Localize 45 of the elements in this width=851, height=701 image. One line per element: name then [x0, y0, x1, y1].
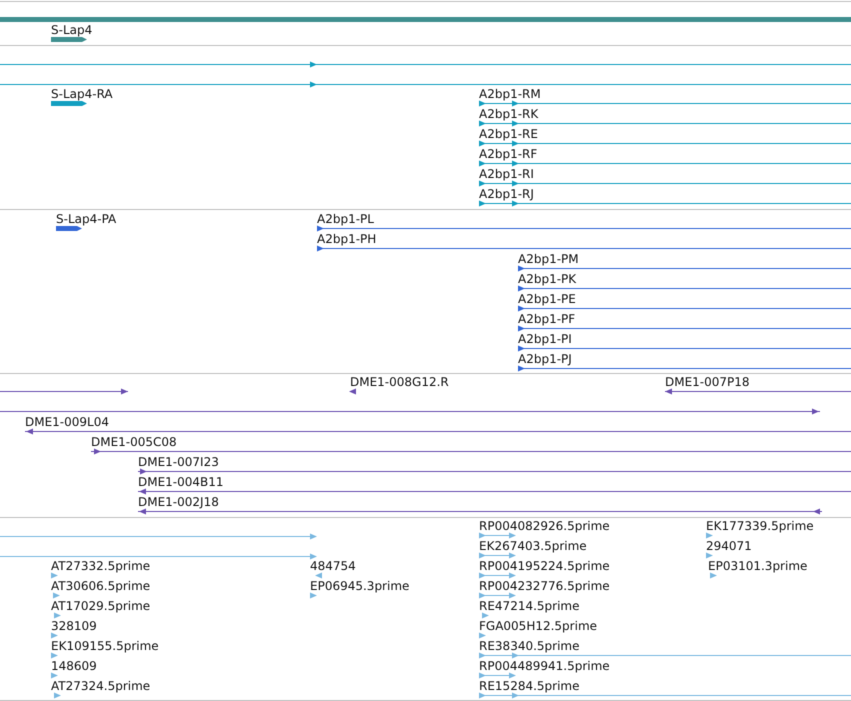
feature-label: RE15284.5prime — [479, 679, 580, 693]
feature-label: DME1-004B11 — [138, 475, 224, 489]
feature-label: A2bp1-RM — [479, 87, 541, 101]
feature-label: A2bp1-PK — [518, 272, 576, 286]
feature-label: EK267403.5prime — [479, 539, 587, 553]
feature-label: EP06945.3prime — [310, 579, 410, 593]
feature-label: EK109155.5prime — [51, 639, 159, 653]
feature-label: DME1-002J18 — [138, 495, 219, 509]
feature-label: A2bp1-PL — [317, 212, 374, 226]
feature-label: 484754 — [310, 559, 356, 573]
feature-label: AT27332.5prime — [51, 559, 150, 573]
feature-label: A2bp1-RI — [479, 167, 534, 181]
feature-label: EP03101.3prime — [708, 559, 808, 573]
feature-label: S-Lap4-RA — [51, 87, 113, 101]
feature-label: RP004082926.5prime — [479, 519, 610, 533]
feature-label: A2bp1-RE — [479, 127, 538, 141]
feature-label: DME1-007I23 — [138, 455, 219, 469]
feature-label: 148609 — [51, 659, 97, 673]
feature-label: AT30606.5prime — [51, 579, 150, 593]
feature-label: 294071 — [706, 539, 752, 553]
feature-label: RP004232776.5prime — [479, 579, 610, 593]
feature-label: A2bp1-PF — [518, 312, 576, 326]
feature-label: RE47214.5prime — [479, 599, 580, 613]
feature-label: RE38340.5prime — [479, 639, 580, 653]
feature-label: EK177339.5prime — [706, 519, 814, 533]
feature-label: AT17029.5prime — [51, 599, 150, 613]
feature-label: S-Lap4-PA — [56, 212, 116, 226]
feature-label: A2bp1-RF — [479, 147, 538, 161]
feature-label: A2bp1-PE — [518, 292, 576, 306]
feature-label: A2bp1-PH — [317, 232, 376, 246]
feature-label: A2bp1-PJ — [518, 352, 572, 366]
feature-label: DME1-009L04 — [25, 415, 109, 429]
feature-label: FGA005H12.5prime — [479, 619, 598, 633]
feature-label: DME1-005C08 — [91, 435, 177, 449]
feature-label: DME1-007P18 — [665, 375, 750, 389]
feature-label: A2bp1-PM — [518, 252, 579, 266]
feature-label: RP004489941.5prime — [479, 659, 610, 673]
feature-label: DME1-008G12.R — [350, 375, 449, 389]
feature-label: AT27324.5prime — [51, 679, 150, 693]
feature-label: A2bp1-RK — [479, 107, 538, 121]
feature-label: A2bp1-RJ — [479, 187, 534, 201]
feature-label: 328109 — [51, 619, 97, 633]
feature-label: RP004195224.5prime — [479, 559, 610, 573]
feature-label: S-Lap4 — [51, 23, 92, 37]
feature-label: A2bp1-PI — [518, 332, 572, 346]
